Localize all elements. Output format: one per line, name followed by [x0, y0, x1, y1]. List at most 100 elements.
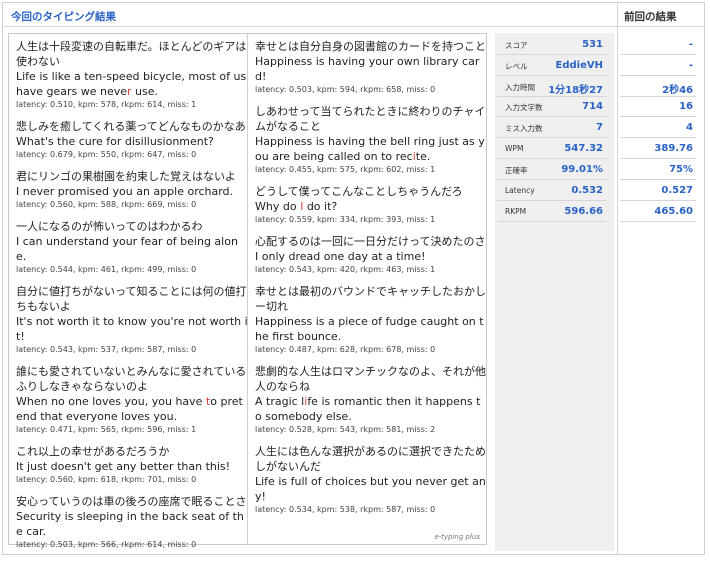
sentence-stats: latency: 0.560, kpm: 588, rkpm: 669, mis…: [16, 200, 197, 209]
summary-current-value: EddieVH: [555, 60, 603, 71]
previous-summary-row: 16: [620, 97, 696, 117]
english-sentence: Life is like a ten-speed bicycle, most o…: [16, 69, 248, 99]
japanese-sentence: 人生は十段変速の自転車だ。ほとんどのギアは使わない: [16, 40, 247, 68]
summary-label: 正確率: [505, 166, 528, 175]
japanese-sentence: 君にリンゴの果樹園を約束した覚えはないよ: [16, 170, 236, 183]
sentence-text: Happiness is having your own library car…: [255, 55, 480, 83]
sentence-text: Happiness is having the bell ring just a…: [255, 135, 485, 163]
divider: [617, 3, 618, 554]
sentence-entry: どうして僕ってこんなことしちゃうんだろ Why do I do it? latenc…: [255, 184, 487, 225]
summary-current-value: 531: [582, 39, 603, 50]
sentence-stats: latency: 0.503, kpm: 594, rkpm: 658, mis…: [255, 85, 436, 94]
sentence-stats: latency: 0.544, kpm: 461, rkpm: 499, mis…: [16, 265, 197, 274]
japanese-sentence: 安心っていうのは車の後ろの座席で眠ることさ: [16, 495, 247, 508]
summary-previous-value: 4: [686, 122, 693, 133]
sentence-stats: latency: 0.487, kpm: 628, rkpm: 678, mis…: [255, 345, 436, 354]
english-sentence: When no one loves you, you have to prete…: [16, 394, 248, 424]
sentence-entry: 人生は十段変速の自転車だ。ほとんどのギアは使わない Life is like a …: [16, 39, 248, 110]
left-sentence-column: 人生は十段変速の自転車だ。ほとんどのギアは使わない Life is like a …: [16, 39, 248, 559]
sentence-stats: latency: 0.528, kpm: 543, rkpm: 581, mis…: [255, 425, 436, 434]
sentence-stats: latency: 0.559, kpm: 334, rkpm: 393, mis…: [255, 215, 436, 224]
sentence-text: Life is full of choices but you never ge…: [255, 475, 486, 503]
summary-previous-value: 465.60: [654, 206, 693, 217]
sentence-entry: 幸せとは自分自身の図書館のカードを持つこと Happiness is having…: [255, 39, 487, 95]
summary-current-value: 7: [596, 122, 603, 133]
japanese-sentence: これ以上の幸せがあるだろうか: [16, 445, 170, 458]
summary-previous-value: 389.76: [654, 143, 693, 154]
sentence-entry: しあわせって当てられたときに終わりのチャイムがなること Happiness is …: [255, 104, 487, 175]
summary-label: Latency: [505, 186, 535, 195]
summary-current-value: 547.32: [564, 143, 603, 154]
english-sentence: I only dread one day at a time!: [255, 249, 487, 264]
summary-row: RKPM 596.66: [497, 202, 607, 222]
japanese-sentence: 心配するのは一回に一日分だけって決めたのさ: [255, 235, 486, 248]
sentence-entry: 君にリンゴの果樹園を約束した覚えはないよ I never promised you…: [16, 169, 248, 210]
english-sentence: Happiness is having your own library car…: [255, 54, 487, 84]
credit-text: e-typing plus: [434, 533, 480, 541]
sentence-entry: 自分に値打ちがないって知ることには何の値打ちもないよ It's not worth…: [16, 284, 248, 355]
english-sentence: What's the cure for disillusionment?: [16, 134, 248, 149]
summary-row: 入力文字数 714: [497, 97, 607, 117]
english-sentence: I can understand your fear of being alon…: [16, 234, 248, 264]
english-sentence: Happiness is having the bell ring just a…: [255, 134, 487, 164]
sentence-text: I can understand your fear of being alon…: [16, 235, 238, 263]
sentence-text: It just doesn't get any better than this…: [16, 460, 231, 473]
summary-current-value: 596.66: [564, 206, 603, 217]
sentence-entry: 誰にも愛されていないとみんなに愛されているふりしなきゃならないのよ When no…: [16, 364, 248, 435]
summary-row: ミス入力数 7: [497, 118, 607, 138]
sentence-entry: 人生には色んな選択があるのに選択できたためしがないんだ Life is full …: [255, 444, 487, 515]
english-sentence: Why do I do it?: [255, 199, 487, 214]
summary-previous-value: 16: [679, 101, 693, 112]
sentence-entry: 安心っていうのは車の後ろの座席で眠ることさ Security is sleepin…: [16, 494, 248, 550]
sentence-entry: これ以上の幸せがあるだろうか It just doesn't get any be…: [16, 444, 248, 485]
sentence-text: What's the cure for disillusionment?: [16, 135, 214, 148]
summary-label: WPM: [505, 144, 524, 153]
right-sentence-column: 幸せとは自分自身の図書館のカードを持つこと Happiness is having…: [255, 39, 487, 524]
summary-previous-value: -: [688, 39, 693, 50]
current-results-header: 今回のタイピング結果: [3, 3, 617, 27]
previous-summary-row: 389.76: [620, 139, 696, 159]
japanese-sentence: しあわせって当てられたときに終わりのチャイムがなること: [255, 105, 486, 133]
english-sentence: Security is sleeping in the back seat of…: [16, 509, 248, 539]
summary-previous-value: 2秒46: [662, 85, 693, 96]
sentence-entry: 悲しみを癒してくれる薬ってどんなものかなあ What's the cure for…: [16, 119, 248, 160]
summary-previous-value: 75%: [669, 164, 693, 175]
previous-summary-row: 4: [620, 118, 696, 138]
sentence-stats: latency: 0.543, kpm: 420, rkpm: 463, mis…: [255, 265, 436, 274]
current-results-title: 今回のタイピング結果: [11, 11, 116, 23]
japanese-sentence: 悲劇的な人生はロマンチックなのよ、それが他人のならね: [255, 365, 486, 393]
sentence-results-panel: 人生は十段変速の自転車だ。ほとんどのギアは使わない Life is like a …: [8, 33, 487, 549]
summary-label: 入力文字数: [505, 103, 543, 112]
english-sentence: I never promised you an apple orchard.: [16, 184, 248, 199]
sentence-text: do it?: [303, 200, 338, 213]
japanese-sentence: 悲しみを癒してくれる薬ってどんなものかなあ: [16, 120, 246, 133]
previous-summary-row: 75%: [620, 160, 696, 180]
previous-summary-row: 465.60: [620, 202, 696, 222]
japanese-sentence: 一人になるのが怖いってのはわかるわ: [16, 220, 203, 233]
summary-row: 正確率 99.01%: [497, 160, 607, 180]
summary-current-value: 0.532: [571, 185, 603, 196]
japanese-sentence: 誰にも愛されていないとみんなに愛されているふりしなきゃならないのよ: [16, 365, 247, 393]
sentence-stats: latency: 0.679, kpm: 550, rkpm: 647, mis…: [16, 150, 197, 159]
summary-row: 入力時間 1分18秒27: [497, 77, 607, 97]
summary-current-value: 99.01%: [561, 164, 603, 175]
sentence-stats: latency: 0.510, kpm: 578, rkpm: 614, mis…: [16, 100, 197, 109]
sentence-text: I only dread one day at a time!: [255, 250, 426, 263]
english-sentence: A tragic life is romantic then it happen…: [255, 394, 487, 424]
english-sentence: It just doesn't get any better than this…: [16, 459, 248, 474]
sentence-entry: 心配するのは一回に一日分だけって決めたのさ I only dread one da…: [255, 234, 487, 275]
previous-results-title: 前回の結果: [624, 11, 677, 23]
summary-label: レベル: [505, 62, 528, 71]
sentence-stats: latency: 0.543, kpm: 537, rkpm: 587, mis…: [16, 345, 197, 354]
sentence-text: Happiness is a piece of fudge caught on …: [255, 315, 484, 343]
previous-summary-row: -: [620, 35, 696, 55]
sentence-stats: latency: 0.560, kpm: 618, rkpm: 701, mis…: [16, 475, 197, 484]
sentence-entry: 幸せとは最初のバウンドでキャッチしたおかしー切れ Happiness is a p…: [255, 284, 487, 355]
sentence-text: Security is sleeping in the back seat of…: [16, 510, 244, 538]
english-sentence: Life is full of choices but you never ge…: [255, 474, 487, 504]
sentence-stats: latency: 0.534, kpm: 538, rkpm: 587, mis…: [255, 505, 436, 514]
japanese-sentence: 幸せとは最初のバウンドでキャッチしたおかしー切れ: [255, 285, 486, 313]
sentence-text: I never promised you an apple orchard.: [16, 185, 234, 198]
summary-label: ミス入力数: [505, 124, 543, 133]
summary-previous-value: 0.527: [661, 185, 693, 196]
